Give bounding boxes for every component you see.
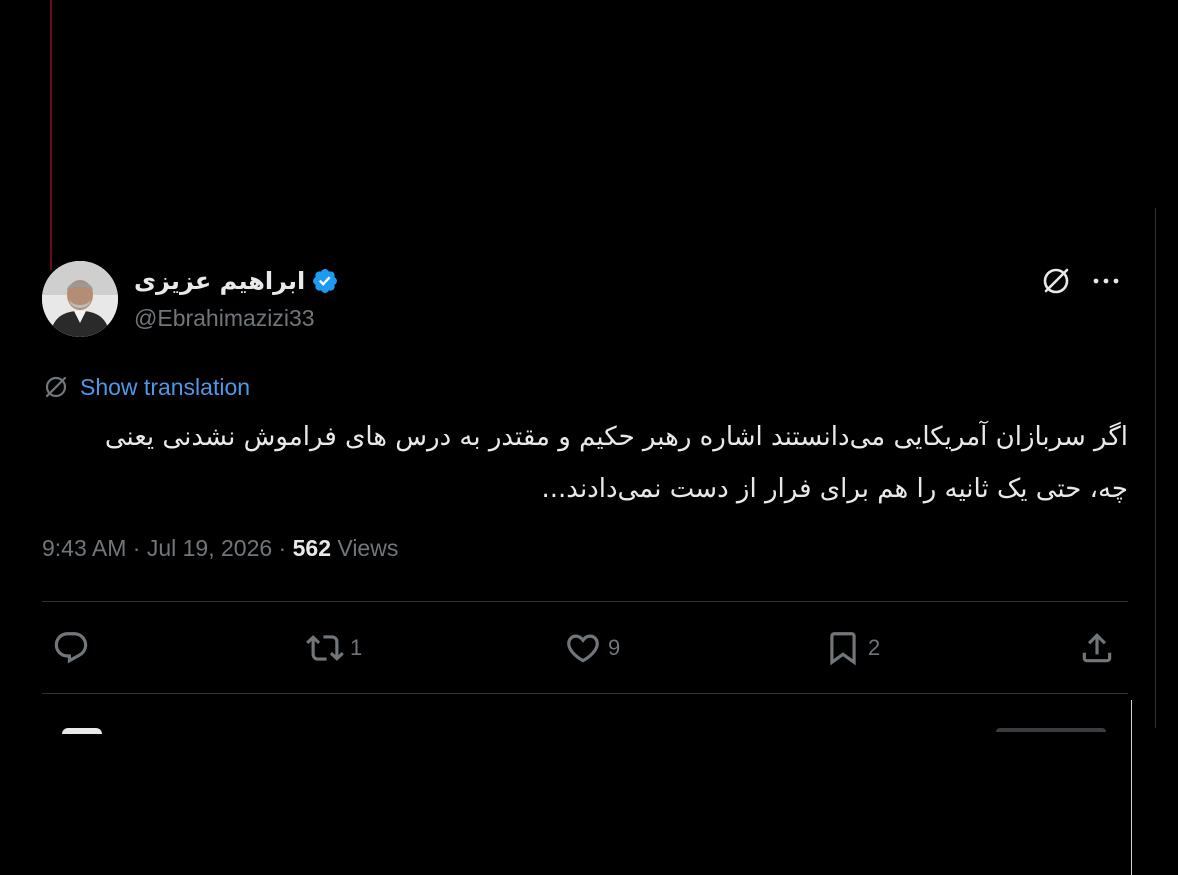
show-translation-link[interactable]: Show translation	[42, 373, 250, 401]
meta-separator-2: ·	[272, 535, 293, 561]
author-display-name[interactable]: ابراهیم عزیزی	[134, 267, 305, 295]
more-dots-icon	[1093, 278, 1119, 284]
edge-line-right	[1155, 208, 1156, 728]
grok-icon	[1043, 268, 1069, 294]
edge-line-left	[50, 0, 52, 270]
bookmark-button[interactable]: 2	[824, 629, 880, 667]
show-translation-label: Show translation	[80, 373, 251, 400]
translate-globe-icon	[45, 376, 67, 398]
next-avatar-peek	[62, 728, 102, 734]
bookmark-icon	[830, 632, 856, 666]
profile-photo-icon	[42, 261, 118, 337]
tweet-header: ابراهیم عزیزی @Ebrahimazizi33	[42, 255, 1128, 345]
author-block: ابراهیم عزیزی @Ebrahimazizi33	[134, 265, 339, 332]
retweet-button[interactable]: 1	[306, 629, 362, 667]
tweet-text: اگر سربازان آمریکایی می‌دانستند اشاره ره…	[104, 422, 1128, 504]
like-count: 9	[608, 635, 621, 660]
share-icon	[1082, 633, 1112, 663]
reply-button[interactable]	[52, 629, 96, 667]
tweet-meta: 9:43 AM · Jul 19, 2026 · 562 Views	[42, 535, 398, 562]
grok-button[interactable]	[1038, 263, 1074, 299]
tweet-date[interactable]: Jul 19, 2026	[147, 535, 272, 561]
share-button[interactable]	[1078, 629, 1116, 667]
author-handle[interactable]: @Ebrahimazizi33	[134, 305, 339, 332]
views-count: 562	[292, 535, 331, 561]
like-button[interactable]: 9	[564, 629, 620, 667]
heart-icon	[567, 634, 599, 663]
tweet-actions: 1 9 2	[42, 621, 1128, 673]
avatar[interactable]	[42, 261, 118, 337]
retweet-icon	[306, 635, 344, 661]
edge-line-right-lower	[1131, 700, 1132, 875]
next-button-peek	[996, 728, 1106, 732]
verified-badge-icon	[313, 269, 338, 293]
meta-separator: ·	[126, 535, 147, 561]
more-options-button[interactable]	[1088, 263, 1124, 299]
views-label: Views	[337, 535, 399, 561]
tweet-time[interactable]: 9:43 AM	[42, 535, 126, 561]
retweet-count: 1	[350, 635, 363, 660]
divider-top	[42, 601, 1128, 602]
tweet-card: ابراهیم عزیزی @Ebrahimazizi33 Show trans…	[42, 255, 1128, 694]
divider-bottom	[42, 693, 1128, 694]
bookmark-count: 2	[868, 635, 881, 660]
reply-icon	[54, 632, 88, 664]
